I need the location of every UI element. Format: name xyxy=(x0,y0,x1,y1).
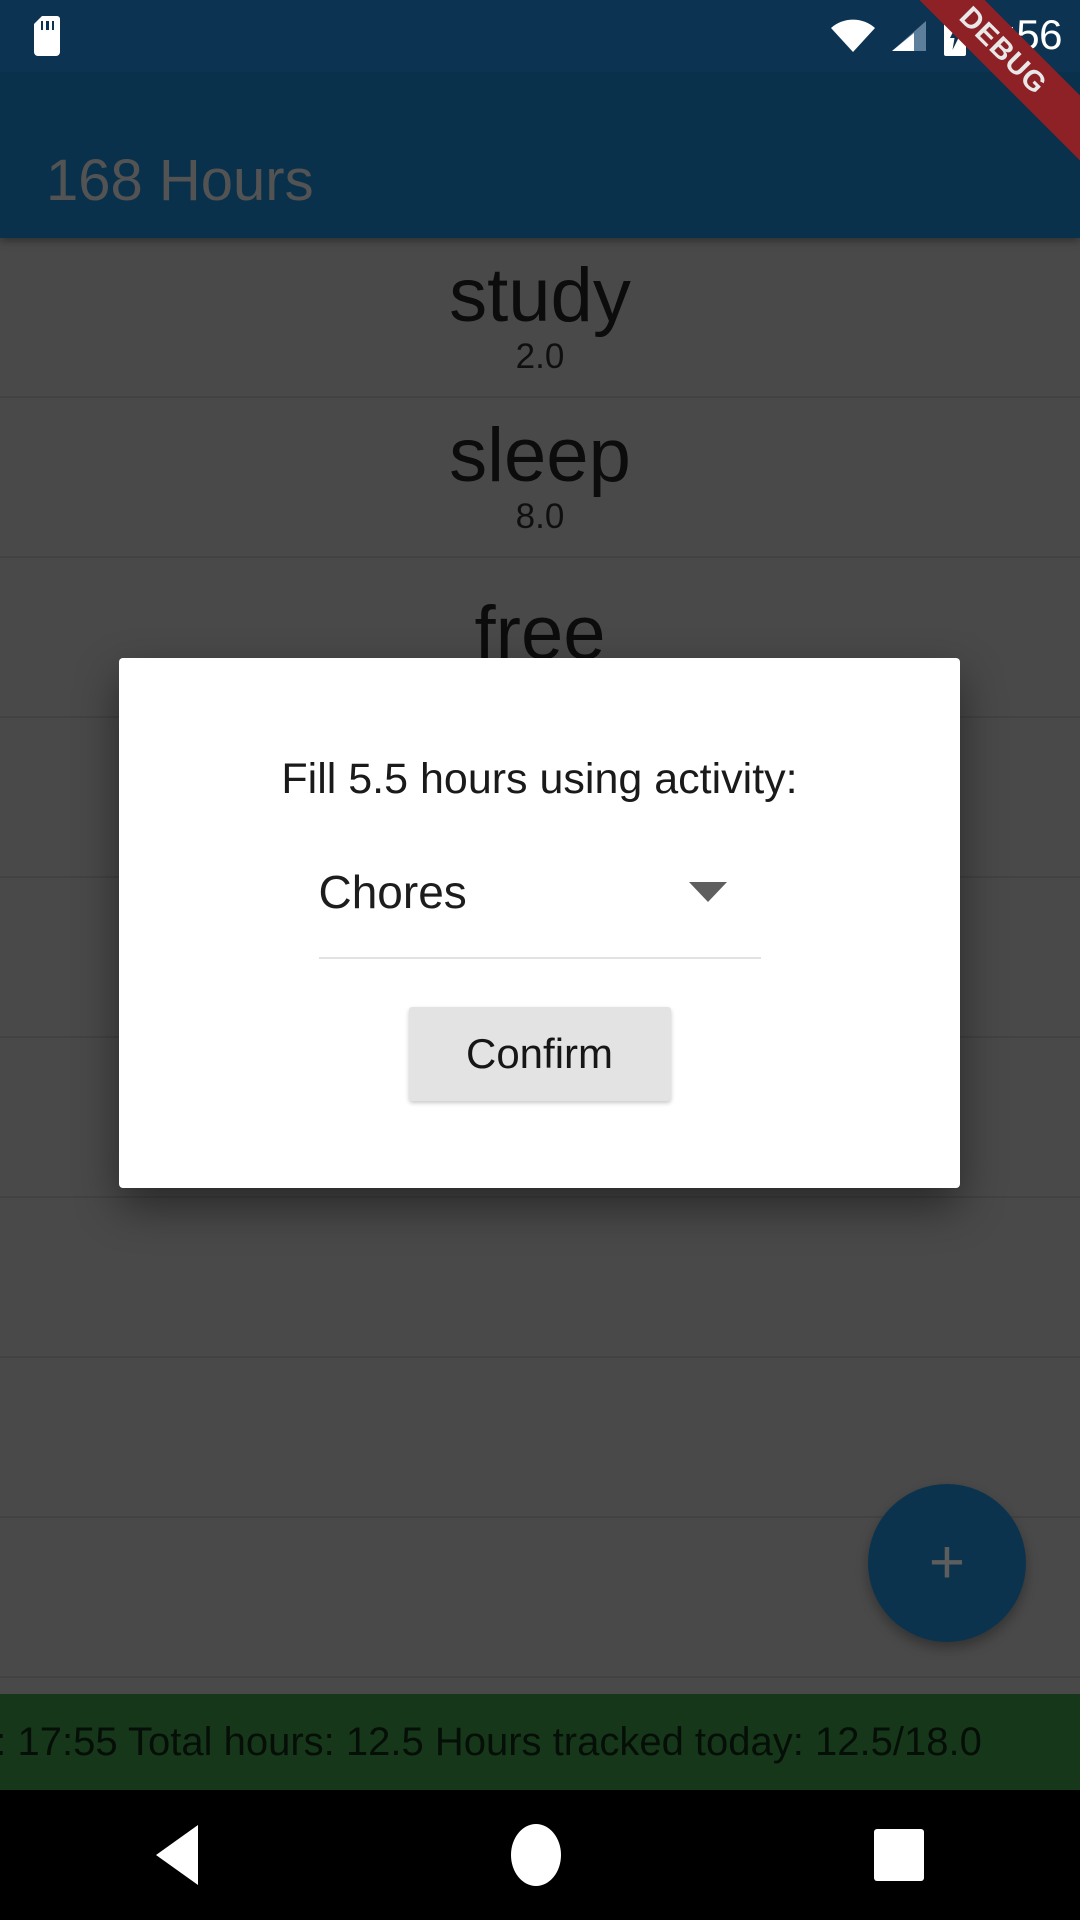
battery-charging-icon xyxy=(944,16,967,56)
wifi-icon xyxy=(831,19,876,52)
activity-dropdown[interactable]: Chores xyxy=(318,866,761,959)
fill-hours-dialog: Fill 5.5 hours using activity: Chores Co… xyxy=(119,658,960,1188)
status-time: 5:56 xyxy=(982,10,1062,58)
signal-icon xyxy=(892,21,927,51)
status-bar: 5:56 xyxy=(0,0,1080,72)
confirm-button[interactable]: Confirm xyxy=(408,1007,671,1101)
activity-dropdown-value: Chores xyxy=(318,866,467,918)
dialog-message: Fill 5.5 hours using activity: xyxy=(281,755,798,803)
android-nav-bar xyxy=(0,1790,1080,1920)
sd-card-icon xyxy=(34,16,60,56)
home-icon[interactable] xyxy=(510,1824,561,1886)
status-icons: 5:56 xyxy=(830,10,1062,59)
recents-icon[interactable] xyxy=(873,1829,924,1881)
phone-screen: study 2.0 sleep 8.0 free + 17:55 Total h… xyxy=(0,0,1080,1920)
back-icon[interactable] xyxy=(156,1825,199,1885)
chevron-down-icon xyxy=(688,882,727,902)
